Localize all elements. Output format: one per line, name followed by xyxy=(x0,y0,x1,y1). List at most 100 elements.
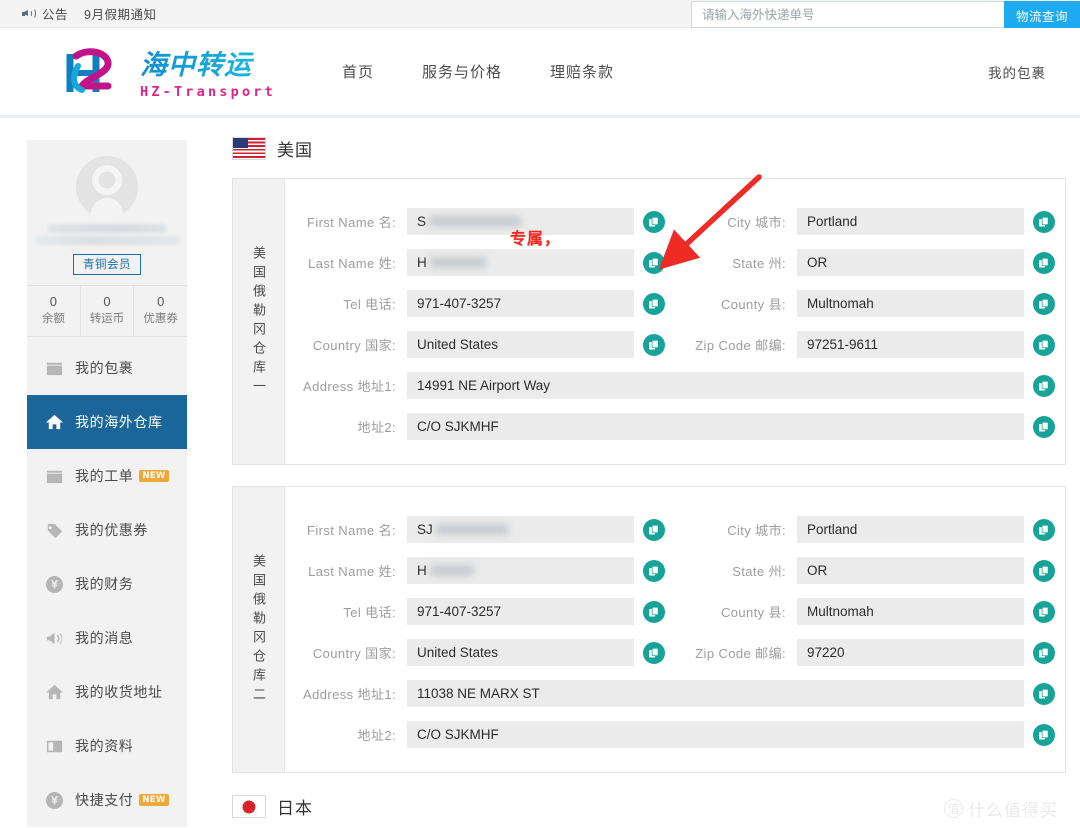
copy-icon[interactable] xyxy=(643,293,665,315)
hz-logo-icon xyxy=(62,46,134,98)
logo-text-en: HZ-Transport xyxy=(140,84,276,100)
copy-icon[interactable] xyxy=(1033,211,1055,233)
last-name-value[interactable]: H xyxy=(407,557,634,584)
tracking-number-input[interactable] xyxy=(691,1,1004,28)
copy-icon[interactable] xyxy=(1033,724,1055,746)
field-label: Tel 电话: xyxy=(285,294,407,313)
copy-icon[interactable] xyxy=(1033,683,1055,705)
county-value[interactable] xyxy=(797,290,1024,317)
sidebar-item-quick-pay[interactable]: 快捷支付 NEW xyxy=(27,773,187,827)
new-badge: NEW xyxy=(139,470,168,482)
tel-value[interactable] xyxy=(407,598,634,625)
field-label: County 县: xyxy=(675,294,797,313)
city-value[interactable] xyxy=(797,516,1024,543)
copy-icon[interactable] xyxy=(1033,375,1055,397)
sidebar-item-my-coupons[interactable]: 我的优惠券 xyxy=(27,503,187,557)
nav-item-home[interactable]: 首页 xyxy=(318,61,398,82)
sidebar-item-my-packages[interactable]: 我的包裹 xyxy=(27,341,187,395)
tracking-query-button[interactable]: 物流查询 xyxy=(1004,1,1080,29)
copy-icon[interactable] xyxy=(643,334,665,356)
stat-coins-label: 转运币 xyxy=(81,311,134,328)
stat-coupons[interactable]: 0 优惠券 xyxy=(134,286,187,336)
stat-balance-label: 余额 xyxy=(27,311,80,328)
nav-item-claims-terms[interactable]: 理赔条款 xyxy=(526,61,638,82)
sidebar-item-label: 我的海外仓库 xyxy=(75,412,163,432)
sidebar-item-my-profile[interactable]: 我的资料 xyxy=(27,719,187,773)
avatar[interactable] xyxy=(76,156,138,218)
copy-icon[interactable] xyxy=(1033,642,1055,664)
nav-item-my-packages[interactable]: 我的包裹 xyxy=(978,62,1056,82)
field-address2: 地址2: xyxy=(285,714,1065,755)
user-profile: 青铜会员 xyxy=(27,140,187,286)
top-notice-bar: 公告 9月假期通知 物流查询 xyxy=(0,0,1080,28)
field-tel: Tel 电话: xyxy=(285,283,675,324)
copy-icon[interactable] xyxy=(1033,416,1055,438)
copy-icon[interactable] xyxy=(1033,560,1055,582)
country-value[interactable] xyxy=(407,331,634,358)
warehouse-fields: First Name 名: S City 城市: xyxy=(285,179,1065,464)
address1-value[interactable] xyxy=(407,372,1024,399)
notice-text[interactable]: 9月假期通知 xyxy=(84,4,156,23)
page-body: 青铜会员 0 余额 0 转运币 0 优惠券 我的包裹 xyxy=(0,118,1080,825)
copy-icon[interactable] xyxy=(1033,334,1055,356)
copy-icon[interactable] xyxy=(1033,252,1055,274)
sidebar-item-my-overseas-warehouse[interactable]: 我的海外仓库 xyxy=(27,395,187,449)
sidebar-item-my-finance[interactable]: 我的财务 xyxy=(27,557,187,611)
first-name-value[interactable]: SJ xyxy=(407,516,634,543)
value-text: S xyxy=(417,214,426,229)
address2-value[interactable] xyxy=(407,413,1024,440)
stat-coins-value: 0 xyxy=(81,293,134,311)
warehouse-name-vertical: 美国俄勒冈仓库一 xyxy=(252,246,265,398)
sidebar-item-my-messages[interactable]: 我的消息 xyxy=(27,611,187,665)
county-value[interactable] xyxy=(797,598,1024,625)
copy-icon[interactable] xyxy=(1033,601,1055,623)
sidebar-item-my-tickets[interactable]: 我的工单 NEW xyxy=(27,449,187,503)
zip-value[interactable] xyxy=(797,639,1024,666)
stat-balance[interactable]: 0 余额 xyxy=(27,286,81,336)
field-label: State 州: xyxy=(675,561,797,580)
address1-value[interactable] xyxy=(407,680,1024,707)
tel-value[interactable] xyxy=(407,290,634,317)
copy-icon[interactable] xyxy=(643,560,665,582)
field-city: City 城市: xyxy=(675,201,1065,242)
first-name-value[interactable]: S xyxy=(407,208,634,235)
field-label: State 州: xyxy=(675,253,797,272)
last-name-value[interactable]: H xyxy=(407,249,634,276)
state-value[interactable] xyxy=(797,557,1024,584)
copy-icon[interactable] xyxy=(1033,293,1055,315)
warehouse-name-vertical: 美国俄勒冈仓库二 xyxy=(252,554,265,706)
field-first-name: First Name 名: SJ xyxy=(285,509,675,550)
field-last-name: Last Name 姓: H xyxy=(285,550,675,591)
copy-icon[interactable] xyxy=(643,211,665,233)
sidebar-item-label: 我的消息 xyxy=(75,628,133,648)
field-county: County 县: xyxy=(675,283,1065,324)
logo-text-cn: 海中转运 xyxy=(140,43,276,82)
field-tel: Tel 电话: xyxy=(285,591,675,632)
sidebar: 青铜会员 0 余额 0 转运币 0 优惠券 我的包裹 xyxy=(27,140,187,827)
stat-coins[interactable]: 0 转运币 xyxy=(81,286,135,336)
field-zip: Zip Code 邮编: xyxy=(675,632,1065,673)
field-label: Address 地址1: xyxy=(285,684,407,703)
country-name: 日本 xyxy=(277,794,313,819)
copy-icon[interactable] xyxy=(1033,519,1055,541)
city-value[interactable] xyxy=(797,208,1024,235)
field-state: State 州: xyxy=(675,242,1065,283)
state-value[interactable] xyxy=(797,249,1024,276)
tracking-search: 物流查询 xyxy=(691,1,1080,29)
copy-icon[interactable] xyxy=(643,642,665,664)
copy-icon[interactable] xyxy=(643,519,665,541)
site-logo[interactable]: 海中转运 HZ-Transport xyxy=(62,43,276,100)
field-label: City 城市: xyxy=(675,212,797,231)
nav-item-services-pricing[interactable]: 服务与价格 xyxy=(398,61,526,82)
copy-icon[interactable] xyxy=(643,601,665,623)
warehouse-side-label: 美国俄勒冈仓库二 xyxy=(233,487,285,772)
country-value[interactable] xyxy=(407,639,634,666)
copy-icon[interactable] xyxy=(643,252,665,274)
field-city: City 城市: xyxy=(675,509,1065,550)
redacted-mask xyxy=(429,216,521,227)
sidebar-item-my-shipping-address[interactable]: 我的收货地址 xyxy=(27,665,187,719)
speaker-icon xyxy=(22,7,37,20)
sidebar-item-label: 快捷支付 xyxy=(75,790,133,810)
zip-value[interactable] xyxy=(797,331,1024,358)
address2-value[interactable] xyxy=(407,721,1024,748)
